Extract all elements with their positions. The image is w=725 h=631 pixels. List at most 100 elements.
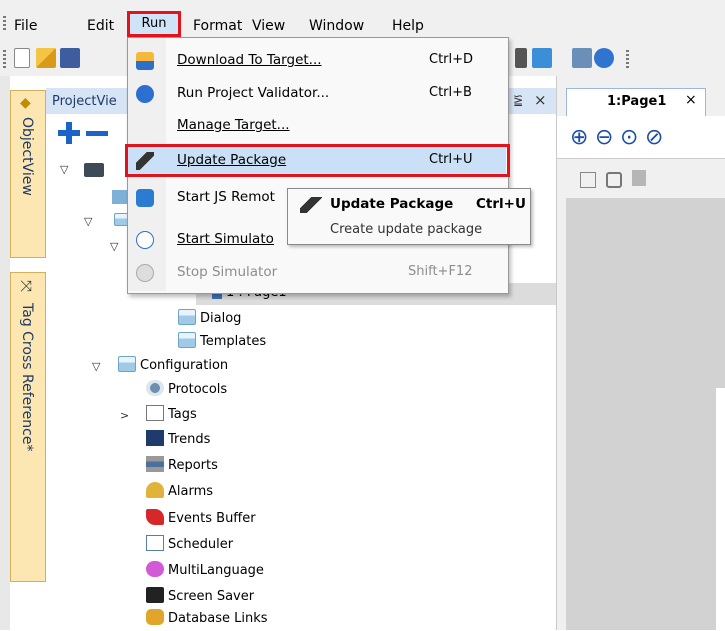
menu-item-label: Run Project Validator... <box>177 85 330 101</box>
tree-item-label: Reports <box>168 458 218 473</box>
tab-tag-cross-reference[interactable]: Tag Cross Reference* ⤨ <box>10 272 46 582</box>
zoom-in-icon[interactable]: ⊕ <box>570 125 588 150</box>
tree-item-reports[interactable]: Reports <box>146 454 218 478</box>
menu-item-label: Start Simulato <box>177 231 274 247</box>
trends-icon <box>146 430 164 446</box>
tree-item-trends[interactable]: Trends <box>146 428 210 452</box>
menu-item-shortcut: Ctrl+D <box>429 52 474 67</box>
menu-item-label: Start JS Remot <box>177 189 275 205</box>
speech-bubble-icon <box>146 561 164 577</box>
project-icon <box>112 190 128 204</box>
tree-item-templates[interactable]: Templates <box>178 330 266 354</box>
play-icon <box>136 231 154 249</box>
tree-item-label: Database Links <box>168 611 268 626</box>
menu-window[interactable]: Window <box>309 16 364 36</box>
chevron-down-icon[interactable]: ▽ <box>110 240 118 253</box>
menu-item-run-project-validator[interactable]: Run Project Validator... Ctrl+B <box>128 80 506 108</box>
save-icon[interactable] <box>60 48 80 68</box>
tree-item-label: Scheduler <box>168 537 234 552</box>
properties-icon[interactable] <box>572 48 592 68</box>
menu-run[interactable]: Run <box>127 11 181 37</box>
tab-page1[interactable]: 1:Page1 × <box>566 88 706 116</box>
menu-item-download-to-target[interactable]: Download To Target... Ctrl+D <box>128 47 506 75</box>
canvas-background <box>566 198 725 630</box>
open-folder-icon[interactable] <box>36 48 56 68</box>
screen-saver-icon <box>146 587 164 603</box>
tooltip-description: Create update package <box>330 222 483 237</box>
shape-icon[interactable] <box>606 172 622 188</box>
menu-item-shortcut: Shift+F12 <box>408 264 473 279</box>
tooltip-title: Update Package <box>330 196 454 212</box>
remove-icon[interactable] <box>86 131 108 136</box>
tab-objectview[interactable]: ObjectView ◆ <box>10 90 46 258</box>
printer-icon <box>146 456 164 472</box>
tree-item-configuration[interactable]: Configuration <box>118 354 228 378</box>
menu-item-label: Download To Target... <box>177 52 322 68</box>
chevron-down-icon[interactable]: ▽ <box>92 360 100 373</box>
tree-item-label: Protocols <box>168 382 228 397</box>
folder-icon <box>178 309 196 325</box>
tree-item-label: MultiLanguage <box>168 563 264 578</box>
tree-item-alarms[interactable]: Alarms <box>146 480 213 504</box>
menu-run-label: Run <box>141 16 167 31</box>
close-icon[interactable]: × <box>685 92 697 108</box>
page-canvas[interactable] <box>716 388 725 630</box>
tree-item-events-buffer[interactable]: Events Buffer <box>146 507 256 531</box>
menu-view[interactable]: View <box>252 16 285 36</box>
objectview-icon: ◆ <box>20 95 31 111</box>
tags-icon <box>146 405 164 421</box>
fill-icon[interactable] <box>632 170 646 186</box>
layout-icon[interactable] <box>515 48 527 68</box>
update-package-icon <box>300 197 322 213</box>
close-icon[interactable]: × <box>534 91 547 109</box>
tree-item-dialog[interactable]: Dialog <box>178 307 241 331</box>
pin-icon[interactable]: ⪠ <box>513 93 523 107</box>
stop-icon <box>136 264 154 282</box>
grid-icon[interactable] <box>580 172 596 188</box>
zoom-fit-icon[interactable]: ⊙ <box>620 125 638 150</box>
menu-file[interactable]: File <box>14 16 37 36</box>
add-icon[interactable] <box>56 120 82 146</box>
tree-item-tags[interactable]: Tags <box>146 403 197 427</box>
zoom-out-icon[interactable]: ⊖ <box>595 125 613 150</box>
tree-item-label: Trends <box>168 432 211 447</box>
chevron-right-icon[interactable]: > <box>120 409 129 422</box>
tree-item-multilanguage[interactable]: MultiLanguage <box>146 559 264 583</box>
check-icon <box>136 85 154 103</box>
bell-icon <box>146 482 164 498</box>
new-file-icon[interactable] <box>14 48 30 68</box>
tab-tag-cross-reference-label: Tag Cross Reference* <box>19 303 35 452</box>
pushpin-icon <box>146 509 164 525</box>
computer-icon <box>84 163 104 177</box>
folder-icon <box>118 356 136 372</box>
tree-item-label: Alarms <box>168 484 214 499</box>
tree-item-protocols[interactable]: Protocols <box>146 378 227 402</box>
side-strip <box>0 76 10 630</box>
tree-item-label: Tags <box>168 407 197 422</box>
protocols-icon <box>146 380 164 396</box>
menu-format[interactable]: Format <box>193 16 242 36</box>
chevron-down-icon[interactable]: ▽ <box>84 215 92 228</box>
tree-item-label: Events Buffer <box>168 511 256 526</box>
toolbar-grip-2[interactable] <box>626 50 629 68</box>
menu-item-label: Stop Simulator <box>177 264 278 280</box>
help-icon[interactable] <box>594 48 614 68</box>
network-icon[interactable] <box>532 48 552 68</box>
menu-item-stop-simulator[interactable]: Stop Simulator Shift+F12 <box>128 259 506 287</box>
toolbar-grip[interactable] <box>3 50 6 68</box>
zoom-reset-icon[interactable]: ⊘ <box>645 125 663 150</box>
menu-item-label: Manage Target... <box>177 117 290 133</box>
tooltip-shortcut: Ctrl+U <box>476 196 526 212</box>
folder-icon <box>178 332 196 348</box>
cross-reference-icon: ⤨ <box>20 277 33 295</box>
tree-item-label: Templates <box>200 334 267 349</box>
tree-item-label: Configuration <box>140 358 229 373</box>
menu-edit[interactable]: Edit <box>87 16 114 36</box>
menu-help[interactable]: Help <box>392 16 424 36</box>
menu-item-manage-target[interactable]: Manage Target... <box>128 112 506 140</box>
tree-item-screen-saver[interactable]: Screen Saver <box>146 585 254 609</box>
tree-item-scheduler[interactable]: Scheduler <box>146 533 233 557</box>
chevron-down-icon[interactable]: ▽ <box>60 163 68 176</box>
tree-item-database-links[interactable]: Database Links <box>146 607 268 631</box>
menubar-grip[interactable] <box>3 16 6 32</box>
